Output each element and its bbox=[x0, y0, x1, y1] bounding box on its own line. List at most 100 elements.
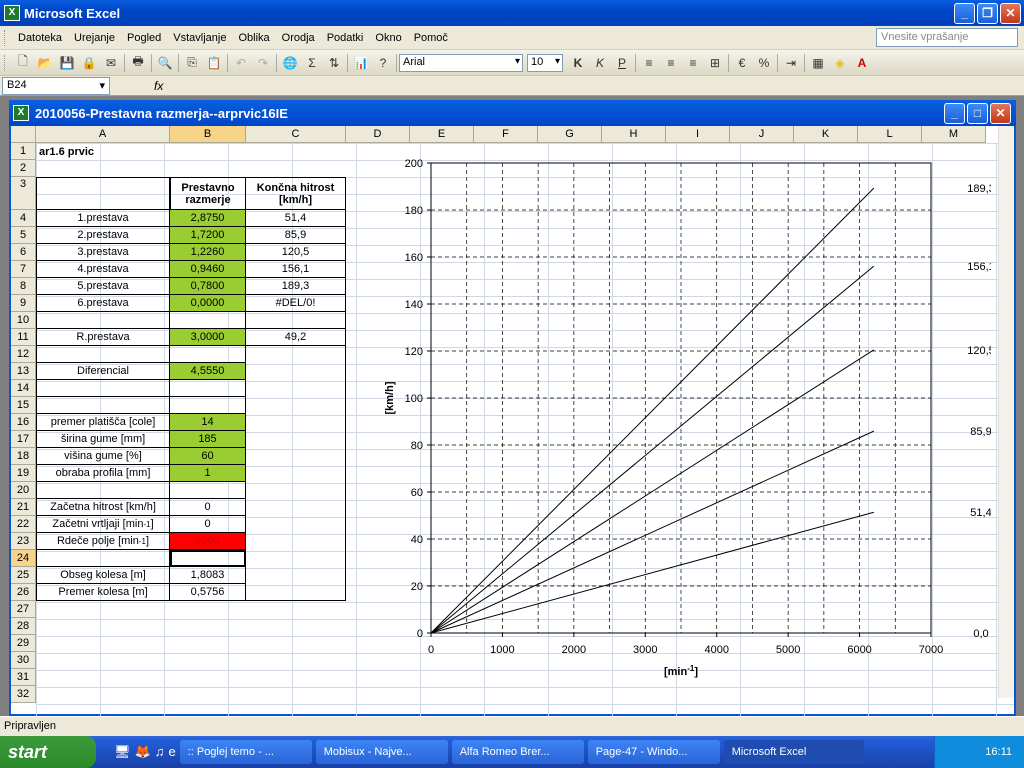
cell-B12[interactable] bbox=[170, 346, 246, 363]
menu-pogled[interactable]: Pogled bbox=[121, 32, 167, 44]
cell-A24[interactable] bbox=[36, 550, 170, 567]
percent-icon[interactable]: % bbox=[754, 53, 774, 73]
menu-urejanje[interactable]: Urejanje bbox=[68, 32, 121, 44]
wear-name[interactable]: obraba profila [mm] bbox=[36, 465, 170, 482]
gear-name-5[interactable]: 5.prestava bbox=[36, 278, 170, 295]
gear-ratio-3[interactable]: 1,2260 bbox=[170, 244, 246, 261]
start-rpm-name[interactable]: Začetni vrtljaji [min -1] bbox=[36, 516, 170, 533]
column-header-d[interactable]: D bbox=[346, 126, 410, 143]
paste-icon[interactable]: 📋 bbox=[204, 53, 224, 73]
column-header-i[interactable]: I bbox=[666, 126, 730, 143]
ie-icon[interactable]: e bbox=[168, 744, 175, 760]
cell-B3[interactable]: Prestavno razmerje bbox=[170, 177, 246, 210]
print-icon[interactable]: 🖶 bbox=[128, 53, 148, 73]
column-header-c[interactable]: C bbox=[246, 126, 346, 143]
close-button[interactable]: ✕ bbox=[1000, 3, 1021, 24]
gear-ratio-5[interactable]: 0,7800 bbox=[170, 278, 246, 295]
spreadsheet-grid[interactable]: A B C D E F G H I J K L M 1 2 3 4 5 6 7 8 9 10 11 12 13 14 15 16 17 18… bbox=[11, 126, 1014, 716]
row-header-14[interactable]: 14 bbox=[11, 380, 36, 397]
gear-speed-5[interactable]: 189,3 bbox=[246, 278, 346, 295]
cell-A1[interactable]: ar1.6 prvic bbox=[36, 143, 170, 160]
gear-speed-6[interactable]: #DEL/0! bbox=[246, 295, 346, 312]
start-speed-name[interactable]: Začetna hitrost [km/h] bbox=[36, 499, 170, 516]
column-header-j[interactable]: J bbox=[730, 126, 794, 143]
row-header-23[interactable]: 23 bbox=[11, 533, 36, 550]
doc-maximize-button[interactable]: □ bbox=[967, 103, 988, 124]
gear-name-1[interactable]: 1.prestava bbox=[36, 210, 170, 227]
gear-ratio-6[interactable]: 0,0000 bbox=[170, 295, 246, 312]
gear-speed-3[interactable]: 120,5 bbox=[246, 244, 346, 261]
row-header-21[interactable]: 21 bbox=[11, 499, 36, 516]
row-header-8[interactable]: 8 bbox=[11, 278, 36, 295]
currency-icon[interactable]: € bbox=[732, 53, 752, 73]
restore-button[interactable]: ❐ bbox=[977, 3, 998, 24]
research-icon[interactable]: 🔍 bbox=[155, 53, 175, 73]
width-value[interactable]: 185 bbox=[170, 431, 246, 448]
minimize-button[interactable]: _ bbox=[954, 3, 975, 24]
row-header-25[interactable]: 25 bbox=[11, 567, 36, 584]
row-header-18[interactable]: 18 bbox=[11, 448, 36, 465]
start-rpm-value[interactable]: 0 bbox=[170, 516, 246, 533]
menu-datoteka[interactable]: Datoteka bbox=[12, 32, 68, 44]
cell-A3[interactable] bbox=[36, 177, 170, 210]
firefox-icon[interactable]: 🦊 bbox=[135, 744, 151, 760]
redo-icon[interactable]: ↷ bbox=[253, 53, 273, 73]
hyperlink-icon[interactable]: 🌐 bbox=[280, 53, 300, 73]
fx-icon[interactable]: fx bbox=[154, 79, 163, 93]
task-poglej-temo[interactable]: :: Poglej temo - ... bbox=[179, 740, 312, 764]
column-header-f[interactable]: F bbox=[474, 126, 538, 143]
indent-icon[interactable]: ⇥ bbox=[781, 53, 801, 73]
cell-A10[interactable] bbox=[36, 312, 170, 329]
diam-value[interactable]: 0,5756 bbox=[170, 584, 246, 601]
row-header-17[interactable]: 17 bbox=[11, 431, 36, 448]
column-header-k[interactable]: K bbox=[794, 126, 858, 143]
gear-ratio-2[interactable]: 1,7200 bbox=[170, 227, 246, 244]
cell-A20[interactable] bbox=[36, 482, 170, 499]
width-name[interactable]: širina gume [mm] bbox=[36, 431, 170, 448]
cell-A12[interactable] bbox=[36, 346, 170, 363]
align-right-icon[interactable]: ≡ bbox=[683, 53, 703, 73]
row-header-32[interactable]: 32 bbox=[11, 686, 36, 703]
desktop-icon[interactable]: 🖥 bbox=[114, 744, 131, 760]
menu-pomoc[interactable]: Pomoč bbox=[408, 32, 454, 44]
gear-ratio-4[interactable]: 0,9460 bbox=[170, 261, 246, 278]
redline-value[interactable]: 6200 bbox=[170, 533, 246, 550]
row-header-1[interactable]: 1 bbox=[11, 143, 36, 160]
gear-name-6[interactable]: 6.prestava bbox=[36, 295, 170, 312]
cell-B20[interactable] bbox=[170, 482, 246, 499]
circ-name[interactable]: Obseg kolesa [m] bbox=[36, 567, 170, 584]
row-header-10[interactable]: 10 bbox=[11, 312, 36, 329]
underline-icon[interactable]: P bbox=[612, 53, 632, 73]
doc-minimize-button[interactable]: _ bbox=[944, 103, 965, 124]
task-mobisux[interactable]: Mobisux - Najve... bbox=[315, 740, 448, 764]
task-excel[interactable]: Microsoft Excel bbox=[723, 740, 864, 764]
circ-value[interactable]: 1,8083 bbox=[170, 567, 246, 584]
help-icon[interactable]: ? bbox=[373, 53, 393, 73]
cell-A15[interactable] bbox=[36, 397, 170, 414]
gear-speed-4[interactable]: 156,1 bbox=[246, 261, 346, 278]
row-header-31[interactable]: 31 bbox=[11, 669, 36, 686]
reverse-ratio[interactable]: 3,0000 bbox=[170, 329, 246, 346]
wear-value[interactable]: 1 bbox=[170, 465, 246, 482]
task-alfa-romeo[interactable]: Alfa Romeo Brer... bbox=[451, 740, 584, 764]
row-header-26[interactable]: 26 bbox=[11, 584, 36, 601]
align-left-icon[interactable]: ≡ bbox=[639, 53, 659, 73]
email-icon[interactable]: ✉ bbox=[101, 53, 121, 73]
row-header-20[interactable]: 20 bbox=[11, 482, 36, 499]
doc-close-button[interactable]: ✕ bbox=[990, 103, 1011, 124]
row-header-6[interactable]: 6 bbox=[11, 244, 36, 261]
menu-oblika[interactable]: Oblika bbox=[232, 32, 275, 44]
column-header-m[interactable]: M bbox=[922, 126, 986, 143]
row-header-16[interactable]: 16 bbox=[11, 414, 36, 431]
gear-speed-1[interactable]: 51,4 bbox=[246, 210, 346, 227]
column-header-a[interactable]: A bbox=[36, 126, 170, 143]
sort-ascending-icon[interactable]: ⇅ bbox=[324, 53, 344, 73]
rim-name[interactable]: premer platišča [cole] bbox=[36, 414, 170, 431]
row-header-28[interactable]: 28 bbox=[11, 618, 36, 635]
borders-icon[interactable]: ▦ bbox=[808, 53, 828, 73]
row-header-19[interactable]: 19 bbox=[11, 465, 36, 482]
menu-podatki[interactable]: Podatki bbox=[321, 32, 370, 44]
start-speed-value[interactable]: 0 bbox=[170, 499, 246, 516]
cell-C10[interactable] bbox=[246, 312, 346, 329]
font-color-icon[interactable]: A bbox=[852, 53, 872, 73]
